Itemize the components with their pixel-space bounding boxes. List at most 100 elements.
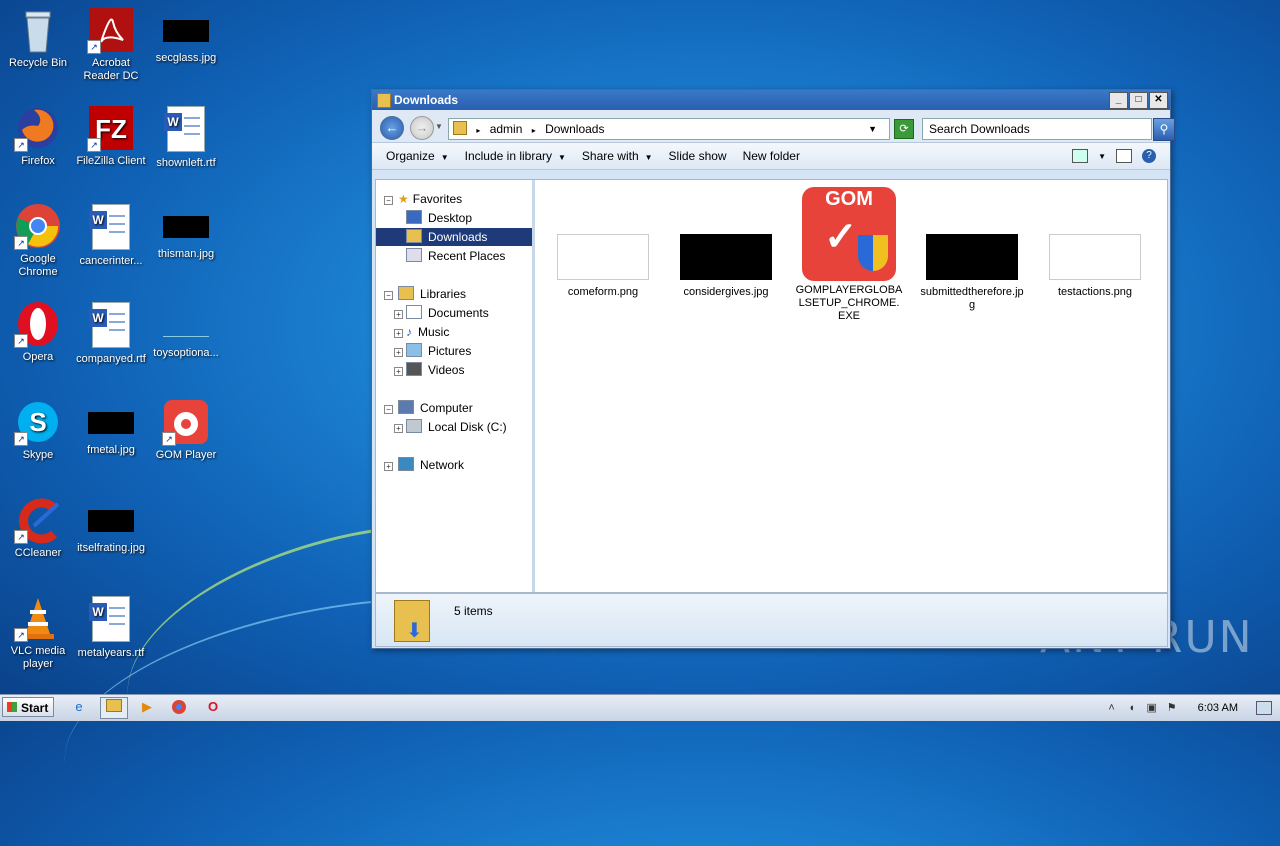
- file-item[interactable]: submittedtherefore.jpg: [918, 234, 1026, 312]
- new-folder-button[interactable]: New folder: [743, 149, 800, 163]
- desktop-icon-jpg-file[interactable]: itselfrating.jpg: [73, 496, 149, 555]
- network-icon[interactable]: ▣: [1146, 702, 1158, 714]
- expand-toggle[interactable]: +: [394, 424, 403, 433]
- clock[interactable]: 6:03 AM: [1198, 702, 1238, 714]
- recent-pages-chevron-icon[interactable]: ▼: [435, 122, 443, 131]
- organize-menu[interactable]: Organize ▼: [386, 149, 449, 163]
- nav-documents[interactable]: Documents: [406, 304, 489, 322]
- refresh-button[interactable]: ⟳: [894, 119, 914, 139]
- help-icon[interactable]: ?: [1142, 149, 1156, 163]
- desktop-icon-rtf-file[interactable]: companyed.rtf: [73, 300, 149, 366]
- drive-icon: [406, 419, 422, 433]
- title-bar[interactable]: Downloads _ □ ✕: [372, 90, 1170, 110]
- desktop-icon-jpg-file[interactable]: fmetal.jpg: [73, 398, 149, 457]
- nav-downloads[interactable]: Downloads: [376, 228, 532, 246]
- show-hidden-icons-icon[interactable]: ˄: [1106, 702, 1118, 714]
- desktop-icon-jpg-file[interactable]: secglass.jpg: [148, 6, 224, 65]
- desktop-icon-rtf-file[interactable]: metalyears.rtf: [73, 594, 149, 660]
- desktop-icon-ccleaner[interactable]: ↗ CCleaner: [0, 496, 76, 560]
- desktop-icon-filezilla[interactable]: FZ ↗ FileZilla Client: [73, 104, 149, 168]
- internet-explorer-icon[interactable]: e: [66, 697, 92, 717]
- view-options-chevron-icon[interactable]: ▼: [1098, 152, 1106, 161]
- collapse-toggle[interactable]: −: [384, 291, 393, 300]
- word-document-icon: [89, 204, 130, 250]
- image-thumbnail-icon: [557, 234, 649, 280]
- vlc-cone-icon: ↗: [14, 594, 62, 642]
- desktop-icon-recycle-bin[interactable]: Recycle Bin: [0, 6, 76, 70]
- desktop-icon: [406, 210, 422, 224]
- chevron-down-icon: ▼: [644, 153, 653, 162]
- desktop-icon-file[interactable]: toysoptiona...: [148, 300, 224, 360]
- desktop-icon-acrobat[interactable]: ↗ Acrobat Reader DC: [73, 6, 149, 83]
- desktop-icon-rtf-file[interactable]: shownleft.rtf: [148, 104, 224, 170]
- start-button[interactable]: Start: [2, 697, 54, 717]
- breadcrumb-downloads[interactable]: Downloads: [545, 122, 604, 136]
- explorer-body: − ★ Favorites Desktop Downloads Recent Pl…: [375, 179, 1168, 593]
- svg-text:S: S: [29, 407, 46, 437]
- include-in-library-menu[interactable]: Include in library ▼: [465, 149, 566, 163]
- nav-local-disk[interactable]: Local Disk (C:): [406, 418, 507, 436]
- opera-taskbar-icon[interactable]: O: [200, 697, 226, 717]
- filezilla-icon: FZ ↗: [87, 104, 135, 152]
- breadcrumb-admin[interactable]: admin: [490, 122, 523, 136]
- nav-recent-places[interactable]: Recent Places: [406, 247, 505, 265]
- back-button[interactable]: ←: [380, 116, 404, 140]
- image-thumbnail-icon: [163, 314, 209, 337]
- computer-icon: [398, 400, 414, 414]
- nav-videos[interactable]: Videos: [406, 361, 464, 379]
- expand-toggle[interactable]: +: [384, 462, 393, 471]
- close-button[interactable]: ✕: [1149, 92, 1168, 109]
- forward-button[interactable]: →: [410, 116, 434, 140]
- explorer-taskbar-icon[interactable]: [100, 697, 128, 719]
- expand-toggle[interactable]: +: [394, 310, 403, 319]
- minimize-button[interactable]: _: [1109, 92, 1128, 109]
- expand-toggle[interactable]: +: [394, 348, 403, 357]
- media-player-icon[interactable]: ▶: [134, 697, 160, 717]
- expand-toggle[interactable]: +: [394, 329, 403, 338]
- nav-libraries[interactable]: Libraries: [398, 285, 466, 303]
- file-item[interactable]: considergives.jpg: [672, 234, 780, 299]
- desktop-icon-gom-player[interactable]: ↗ GOM Player: [148, 398, 224, 462]
- preview-pane-icon[interactable]: [1116, 149, 1132, 163]
- action-center-flag-icon[interactable]: ⚑: [1166, 702, 1178, 714]
- desktop-icon-rtf-file[interactable]: cancerinter...: [73, 202, 149, 268]
- address-dropdown-icon[interactable]: ▼: [868, 119, 877, 139]
- nav-music[interactable]: ♪ Music: [406, 323, 449, 341]
- nav-pictures[interactable]: Pictures: [406, 342, 471, 360]
- item-count: 5 items: [454, 604, 493, 618]
- collapse-toggle[interactable]: −: [384, 196, 393, 205]
- pictures-icon: [406, 343, 422, 357]
- image-thumbnail-icon: [88, 510, 134, 532]
- expand-toggle[interactable]: +: [394, 367, 403, 376]
- desktop-icon-opera[interactable]: ↗ Opera: [0, 300, 76, 364]
- desktop-icon-firefox[interactable]: ↗ Firefox: [0, 104, 76, 168]
- slide-show-button[interactable]: Slide show: [669, 149, 727, 163]
- change-view-icon[interactable]: [1072, 149, 1089, 163]
- desktop-icon-jpg-file[interactable]: thisman.jpg: [148, 202, 224, 261]
- desktop-icon-skype[interactable]: S ↗ Skype: [0, 398, 76, 462]
- breadcrumb[interactable]: ▸ admin ▸ Downloads ▼: [448, 118, 890, 140]
- acrobat-icon: ↗: [87, 6, 135, 54]
- show-desktop-icon[interactable]: [1256, 701, 1272, 715]
- file-item[interactable]: GOM ✓ GOMPLAYERGLOBALSETUP_CHROME.EXE: [795, 187, 903, 323]
- maximize-button[interactable]: □: [1129, 92, 1148, 109]
- file-item[interactable]: testactions.png: [1041, 234, 1149, 299]
- desktop-icon-vlc[interactable]: ↗ VLC media player: [0, 594, 76, 671]
- file-item[interactable]: comeform.png: [549, 234, 657, 299]
- documents-icon: [406, 305, 422, 319]
- nav-favorites[interactable]: ★ Favorites: [398, 190, 462, 208]
- chrome-taskbar-icon[interactable]: [166, 697, 192, 717]
- explorer-window[interactable]: Downloads _ □ ✕ ← → ▼ ▸ admin ▸ Download…: [371, 89, 1175, 649]
- nav-desktop[interactable]: Desktop: [406, 209, 472, 227]
- share-with-menu[interactable]: Share with ▼: [582, 149, 653, 163]
- search-input[interactable]: Search Downloads: [922, 118, 1152, 140]
- desktop-icon-chrome[interactable]: ↗ Google Chrome: [0, 202, 76, 279]
- nav-computer[interactable]: Computer: [398, 399, 473, 417]
- nav-network[interactable]: Network: [398, 456, 464, 474]
- shortcut-arrow-icon: ↗: [14, 432, 28, 446]
- volume-icon[interactable]: ◖: [1126, 702, 1138, 714]
- downloads-folder-icon: [406, 229, 422, 243]
- shortcut-arrow-icon: ↗: [14, 530, 28, 544]
- search-icon[interactable]: ⚲: [1153, 118, 1175, 141]
- collapse-toggle[interactable]: −: [384, 405, 393, 414]
